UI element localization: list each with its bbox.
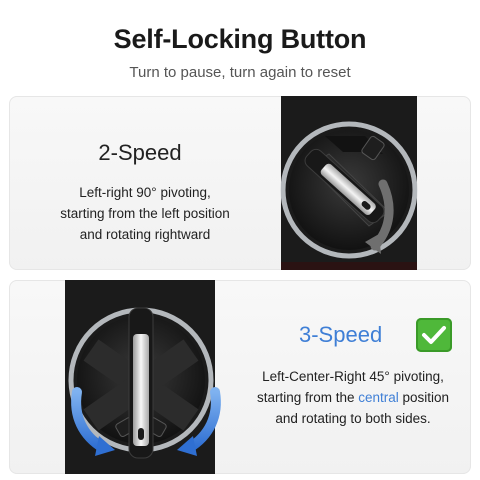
three-speed-description: Left-Center-Right 45° pivoting, starting…: [237, 366, 469, 429]
two-speed-desc-line-2: starting from the left position: [60, 206, 230, 221]
three-speed-desc-line-2-start: starting from the: [256, 390, 359, 405]
two-speed-desc-line-1: Left-right 90° pivoting,: [79, 185, 211, 200]
three-speed-desc-line-1: Left-Center-Right 45° pivoting,: [262, 369, 444, 384]
three-speed-card: 3-Speed Left-Center-Right 45° pivoting, …: [9, 280, 471, 474]
two-speed-heading: 2-Speed: [98, 140, 182, 165]
three-speed-button-photo: [65, 280, 221, 474]
three-speed-heading-row: 3-Speed: [299, 318, 453, 352]
page-title: Self-Locking Button: [113, 24, 367, 54]
three-speed-desc-line-2: starting from the central position: [237, 387, 469, 408]
two-speed-button-photo: [280, 96, 418, 270]
two-speed-card: 2-Speed Left-right 90° pivoting, startin…: [9, 96, 471, 270]
two-speed-description: Left-right 90° pivoting, starting from t…: [27, 182, 263, 245]
three-speed-desc-line-3: and rotating to both sides.: [275, 411, 431, 426]
three-speed-heading: 3-Speed: [299, 322, 383, 347]
page-subtitle: Turn to pause, turn again to reset: [129, 64, 351, 81]
three-speed-desc-line-2-end: position: [398, 390, 450, 405]
check-mark-icon: [416, 318, 453, 352]
central-highlight: central: [358, 390, 399, 405]
two-speed-desc-line-3: and rotating rightward: [79, 227, 211, 242]
